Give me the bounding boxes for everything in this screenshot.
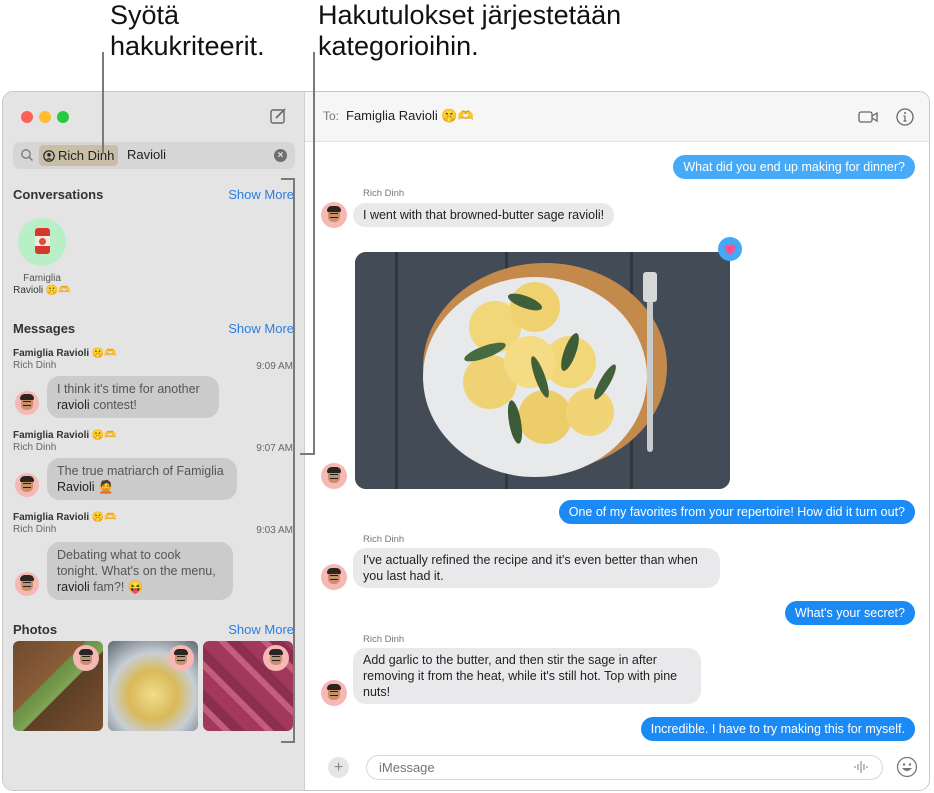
show-more-photos[interactable]: Show More <box>228 622 294 637</box>
show-more-messages[interactable]: Show More <box>228 321 294 336</box>
message-bubble-incoming: I went with that browned-butter sage rav… <box>353 203 615 227</box>
compose-icon[interactable] <box>269 107 287 125</box>
avatar <box>73 645 99 671</box>
photo-result-pink-ravioli[interactable] <box>203 641 293 731</box>
avatar <box>15 391 39 415</box>
result-bubble: Debating what to cook tonight. What's on… <box>47 542 233 600</box>
group-avatar <box>18 218 66 266</box>
add-attachment-button[interactable]: + <box>328 757 349 778</box>
result-group-name: Famiglia Ravioli 🤫🫶 <box>13 512 117 523</box>
zoom-window-button[interactable] <box>57 111 69 123</box>
message-bubble-outgoing: One of my favorites from your repertoire… <box>558 500 915 524</box>
result-group-name: Famiglia Ravioli 🤫🫶 <box>13 430 117 441</box>
result-time: 9:09 AM <box>256 361 293 372</box>
callout-line: Syötä <box>110 0 180 30</box>
sidebar: Rich Dinh Ravioli × Conversations Show M… <box>3 92 305 790</box>
messages-window: Rich Dinh Ravioli × Conversations Show M… <box>2 91 930 791</box>
callout-line: Hakutulokset järjestetään <box>318 0 622 30</box>
avatar <box>15 473 39 497</box>
avatar <box>321 202 347 228</box>
close-window-button[interactable] <box>21 111 33 123</box>
message-result[interactable]: Famiglia Ravioli 🤫🫶 Rich Dinh 9:03 AM De… <box>13 512 295 612</box>
to-label: To: <box>323 109 340 123</box>
search-match: Ravioli <box>57 480 95 494</box>
show-more-conversations[interactable]: Show More <box>228 187 294 202</box>
avatar <box>321 680 347 706</box>
minimize-window-button[interactable] <box>39 111 51 123</box>
result-group-name: Famiglia Ravioli 🤫🫶 <box>13 348 117 359</box>
emoji-icon[interactable] <box>896 756 918 778</box>
result-time: 9:03 AM <box>256 525 293 536</box>
result-bubble: I think it's time for another ravioli co… <box>47 376 219 418</box>
callout-categories: Hakutulokset järjestetään kategorioihin. <box>318 0 621 62</box>
callout-search-criteria: Syötä hakukriteerit. <box>110 0 265 62</box>
avatar <box>15 572 39 596</box>
facetime-video-icon[interactable] <box>858 107 878 127</box>
callout-leader-line <box>102 52 104 154</box>
message-result[interactable]: Famiglia Ravioli 🤫🫶 Rich Dinh 9:07 AM Th… <box>13 430 295 508</box>
search-match: ravioli <box>57 580 90 594</box>
message-photo-ravioli[interactable] <box>355 252 730 489</box>
tapback-heart[interactable] <box>718 237 742 261</box>
result-sender: Rich Dinh <box>13 524 57 535</box>
composer: + <box>305 744 929 790</box>
conversation-header: To: Famiglia Ravioli 🤫🫶 <box>305 92 929 142</box>
message-bubble-incoming: I've actually refined the recipe and it'… <box>353 548 720 588</box>
callout-leader-line <box>313 52 315 455</box>
results-bracket <box>281 178 295 180</box>
person-circle-icon <box>43 149 55 162</box>
conversation-name: Famiglia Ravioli 🤫🫶 <box>13 273 71 296</box>
search-match: ravioli <box>57 398 90 412</box>
message-bubble-incoming: Add garlic to the butter, and then stir … <box>353 648 701 704</box>
callout-line: hakukriteerit. <box>110 31 265 61</box>
section-title-photos: Photos <box>13 622 58 637</box>
avatar <box>321 463 347 489</box>
search-field[interactable]: Rich Dinh Ravioli × <box>13 142 295 169</box>
result-sender: Rich Dinh <box>13 360 57 371</box>
conversation-pane: To: Famiglia Ravioli 🤫🫶 What did you end… <box>305 92 929 790</box>
callout-line: kategorioihin. <box>318 31 479 61</box>
ravioli-photo-illustration <box>355 252 730 489</box>
message-bubble-outgoing: What's your secret? <box>784 601 915 625</box>
search-token-label: Rich Dinh <box>58 148 115 163</box>
callout-leader-line <box>300 453 315 455</box>
message-result[interactable]: Famiglia Ravioli 🤫🫶 Rich Dinh 9:09 AM I … <box>13 348 295 426</box>
search-query[interactable]: Ravioli <box>127 147 166 162</box>
section-title-messages: Messages <box>13 321 76 336</box>
info-icon[interactable] <box>895 107 915 127</box>
photo-result-green-ravioli[interactable] <box>13 641 103 731</box>
message-input[interactable] <box>366 755 883 780</box>
audio-waveform-icon[interactable] <box>853 760 869 774</box>
result-time: 9:07 AM <box>256 443 293 454</box>
result-bubble: The true matriarch of Famiglia Ravioli 🙅 <box>47 458 237 500</box>
message-bubble-outgoing: Incredible. I have to try making this fo… <box>640 717 915 741</box>
results-bracket <box>281 741 295 743</box>
message-sender: Rich Dinh <box>363 634 405 645</box>
recipient-name[interactable]: Famiglia Ravioli 🤫🫶 <box>346 108 474 124</box>
avatar <box>168 645 194 671</box>
conversation-result[interactable]: Famiglia Ravioli 🤫🫶 <box>11 218 73 297</box>
message-bubble-outgoing: What did you end up making for dinner? <box>673 155 915 179</box>
avatar <box>321 564 347 590</box>
section-title-conversations: Conversations <box>13 187 104 202</box>
clear-search-icon[interactable]: × <box>274 149 287 162</box>
tomato-can-icon <box>35 228 50 254</box>
heart-icon <box>724 244 736 255</box>
search-icon <box>21 149 33 161</box>
search-token-person[interactable]: Rich Dinh <box>39 145 119 166</box>
avatar <box>263 645 289 671</box>
photo-result-sage-ravioli[interactable] <box>108 641 198 731</box>
message-sender: Rich Dinh <box>363 534 405 545</box>
result-sender: Rich Dinh <box>13 442 57 453</box>
message-sender: Rich Dinh <box>363 188 405 199</box>
results-bracket <box>293 178 295 743</box>
